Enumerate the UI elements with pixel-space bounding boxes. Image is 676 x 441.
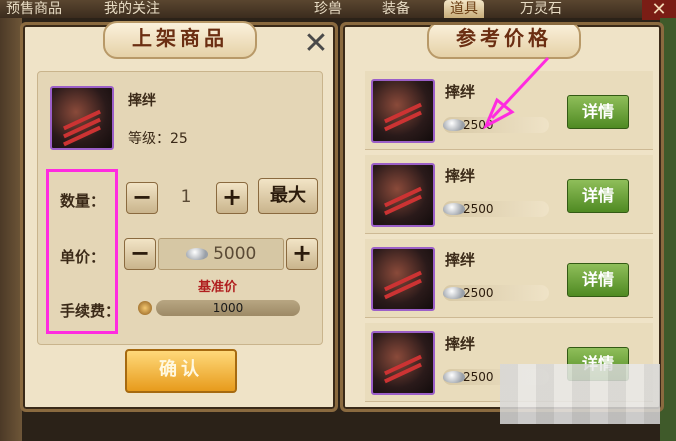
blurred-region xyxy=(500,364,660,424)
